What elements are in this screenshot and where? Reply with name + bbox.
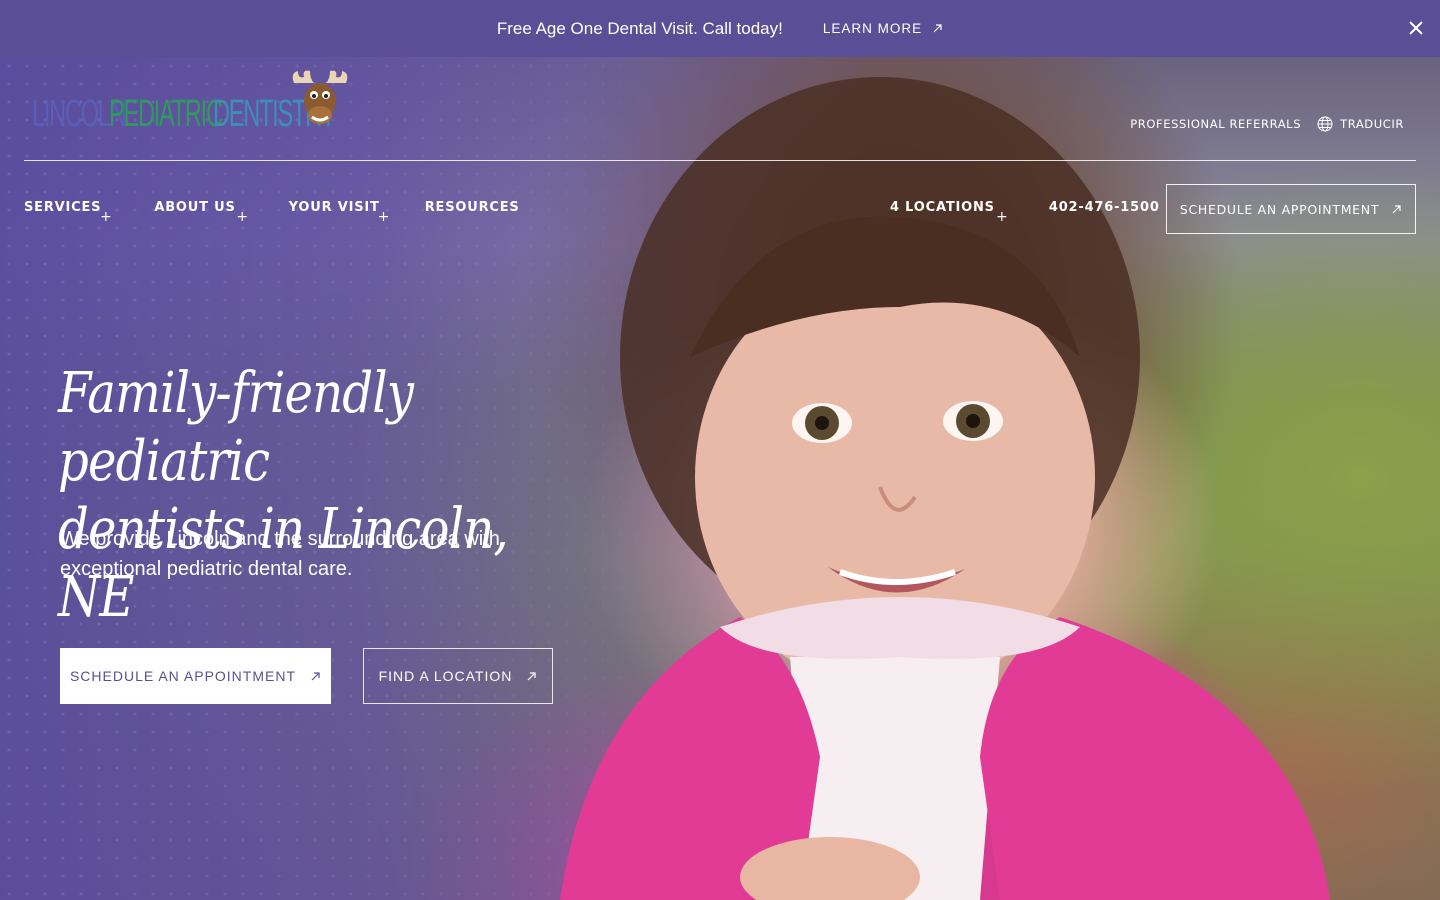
learn-more-link[interactable]: LEARN MORE: [823, 21, 943, 36]
hero-subtext: We provide Lincoln and the surrounding a…: [60, 528, 500, 580]
plus-icon: +: [996, 209, 1009, 225]
nav-item-resources[interactable]: RESOURCES: [425, 200, 560, 215]
hero-headline-line-1: Family-friendly pediatric: [58, 361, 414, 494]
logo-word-pediatric: PEDIATRIC: [108, 93, 223, 135]
find-location-button[interactable]: FIND A LOCATION: [363, 648, 553, 704]
arrow-up-right-icon: [1392, 204, 1401, 213]
site-logo[interactable]: LINCOLN PEDIATRIC DENTISTRY: [32, 70, 409, 135]
nav-item-resources-label: RESOURCES: [424, 200, 520, 215]
plus-icon: +: [377, 209, 391, 225]
header-divider: [24, 160, 1416, 161]
hero-headline: Family-friendly pediatric dentists in Li…: [58, 360, 540, 632]
nav-item-about-us-label: ABOUT US: [154, 200, 236, 215]
arrow-up-right-icon: [527, 671, 536, 680]
nav-item-services-label: SERVICES: [24, 200, 102, 215]
translate-link[interactable]: TRADUCIR: [1317, 116, 1404, 132]
find-location-label: FIND A LOCATION: [378, 668, 513, 684]
schedule-appointment-button[interactable]: SCHEDULE AN APPOINTMENT: [60, 648, 331, 704]
professional-referrals-link[interactable]: PROFESSIONAL REFERRALS: [1130, 117, 1301, 131]
nav-item-about-us[interactable]: ABOUT US +: [154, 200, 288, 225]
utility-nav: PROFESSIONAL REFERRALS TRADUCIR: [1130, 116, 1404, 132]
learn-more-label: LEARN MORE: [822, 21, 923, 36]
header-schedule-appointment-button[interactable]: SCHEDULE AN APPOINTMENT: [1166, 184, 1416, 234]
right-nav: 4 LOCATIONS + 402-476-1500: [890, 200, 1160, 225]
phone-link[interactable]: 402-476-1500: [1049, 200, 1160, 215]
translate-label: TRADUCIR: [1340, 117, 1404, 131]
announcement-bar: Free Age One Dental Visit. Call today! L…: [0, 0, 1440, 57]
nav-item-your-visit[interactable]: YOUR VISIT +: [288, 200, 425, 225]
nav-item-your-visit-label: YOUR VISIT: [288, 200, 380, 215]
header-schedule-appointment-label: SCHEDULE AN APPOINTMENT: [1179, 201, 1380, 217]
moose-icon: [292, 70, 348, 124]
plus-icon: +: [100, 209, 113, 225]
nav-item-services[interactable]: SERVICES +: [24, 200, 154, 225]
nav-item-locations-label: 4 LOCATIONS: [890, 200, 995, 215]
globe-icon: [1317, 116, 1333, 132]
close-icon[interactable]: [1406, 18, 1426, 38]
schedule-appointment-label: SCHEDULE AN APPOINTMENT: [69, 668, 297, 684]
main-nav: SERVICES + ABOUT US + YOUR VISIT + RESOU…: [24, 200, 560, 225]
arrow-up-right-icon: [933, 24, 942, 33]
plus-icon: +: [236, 209, 249, 225]
arrow-up-right-icon: [311, 671, 320, 680]
nav-item-locations[interactable]: 4 LOCATIONS +: [890, 200, 1008, 225]
announcement-message: Free Age One Dental Visit. Call today!: [496, 18, 783, 38]
